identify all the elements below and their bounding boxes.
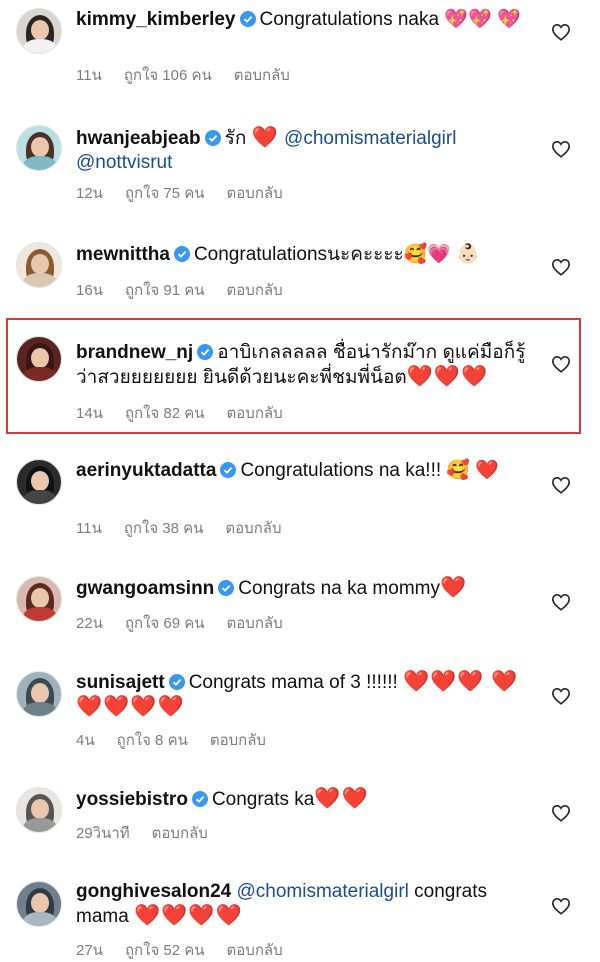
mention-link[interactable]: @nottvisrut	[76, 152, 172, 173]
username[interactable]: mewnittha	[76, 244, 170, 265]
like-count[interactable]: ถูกใจ 8 คน	[117, 732, 188, 749]
verified-badge-icon	[218, 580, 235, 596]
reply-button[interactable]: ตอบกลับ	[227, 282, 283, 299]
avatar[interactable]	[16, 576, 62, 622]
avatar[interactable]	[16, 242, 62, 288]
heart-outline-icon[interactable]	[551, 687, 571, 705]
avatar[interactable]	[16, 125, 62, 171]
heart-outline-icon[interactable]	[551, 258, 571, 276]
reply-button[interactable]: ตอบกลับ	[227, 615, 283, 632]
heart-outline-icon[interactable]	[551, 355, 571, 373]
reply-button[interactable]: ตอบกลับ	[152, 825, 208, 842]
comment-meta: 14น ถูกใจ 82 คน ตอบกลับ	[76, 401, 305, 425]
like-count[interactable]: ถูกใจ 82 คน	[125, 405, 205, 422]
comment-emoji: 🥰💗 👶🏻	[403, 244, 481, 265]
username[interactable]: kimmy_kimberley	[76, 9, 236, 30]
avatar[interactable]	[16, 671, 62, 717]
comment-text: aerinyuktadatta Congratulations na ka!!! …	[76, 459, 526, 483]
comment-body: รัก	[224, 128, 247, 149]
avatar[interactable]	[16, 336, 62, 382]
verified-badge-icon	[204, 130, 221, 146]
comment-text: hwanjeabjeab รัก ❤️ @chomismaterialgirl @…	[76, 126, 526, 175]
comment-text: gwangoamsinn Congrats na ka mommy❤️	[76, 576, 526, 601]
username[interactable]: aerinyuktadatta	[76, 460, 216, 481]
comment-body: Congrats ka	[211, 789, 315, 810]
username[interactable]: hwanjeabjeab	[76, 128, 201, 149]
comment-meta: 11น ถูกใจ 38 คน ตอบกลับ	[76, 516, 304, 540]
heart-outline-icon[interactable]	[551, 476, 571, 494]
comment-time: 14น	[76, 405, 103, 422]
verified-badge-icon	[197, 344, 214, 360]
avatar[interactable]	[16, 8, 62, 54]
comment-body: Congratulations naka	[259, 9, 440, 30]
like-count[interactable]: ถูกใจ 52 คน	[125, 942, 205, 959]
comment-emoji: ❤️❤️	[314, 787, 369, 810]
like-count[interactable]: ถูกใจ 38 คน	[124, 520, 204, 537]
reply-button[interactable]: ตอบกลับ	[227, 942, 283, 959]
comment-meta: 22น ถูกใจ 69 คน ตอบกลับ	[76, 611, 305, 635]
comment-emoji: ❤️	[439, 576, 468, 599]
comment-time: 27น	[76, 942, 103, 959]
avatar[interactable]	[16, 459, 62, 505]
heart-outline-icon[interactable]	[551, 804, 571, 822]
like-count[interactable]: ถูกใจ 69 คน	[125, 615, 205, 632]
comment-text: brandnew_nj อาบิเกลลลลล ชื่อน่ารักม๊าก ดู…	[76, 341, 526, 390]
username[interactable]: brandnew_nj	[76, 342, 193, 363]
comment-meta: 11น ถูกใจ 106 คน ตอบกลับ	[76, 63, 312, 87]
comment-meta: 27น ถูกใจ 52 คน ตอบกลับ	[76, 938, 305, 962]
mention-link[interactable]: @chomismaterialgirl	[284, 128, 456, 149]
comment-meta: 16น ถูกใจ 91 คน ตอบกลับ	[76, 278, 305, 302]
comment-emoji: 💖💖 💖	[444, 9, 521, 30]
comment-time: 22น	[76, 615, 103, 632]
comment-body: Congratulations na ka!!!	[240, 460, 442, 481]
username[interactable]: gonghivesalon24	[76, 881, 231, 902]
reply-button[interactable]: ตอบกลับ	[234, 67, 290, 84]
comment-time: 12น	[76, 185, 103, 202]
comment-text: kimmy_kimberley Congratulations naka 💖💖 💖	[76, 8, 526, 32]
verified-badge-icon	[220, 462, 237, 478]
comment-text: sunisajett Congrats mama of 3 !!!!!! ❤️❤️…	[76, 670, 526, 720]
reply-button[interactable]: ตอบกลับ	[227, 405, 283, 422]
comment-time: 16น	[76, 282, 103, 299]
avatar[interactable]	[16, 787, 62, 833]
username[interactable]: sunisajett	[76, 672, 165, 693]
comment-time: 11น	[76, 520, 102, 537]
like-count[interactable]: ถูกใจ 106 คน	[124, 67, 212, 84]
reply-button[interactable]: ตอบกลับ	[210, 732, 266, 749]
comment-text: gonghivesalon24 @chomismaterialgirl cong…	[76, 880, 526, 929]
comment-time: 4น	[76, 732, 95, 749]
comment-emoji: ❤️❤️❤️	[406, 365, 489, 388]
reply-button[interactable]: ตอบกลับ	[225, 520, 281, 537]
comment-meta: 29วินาที ตอบกลับ	[76, 821, 230, 845]
comment-emoji: ❤️	[251, 126, 279, 149]
heart-outline-icon[interactable]	[551, 593, 571, 611]
comment-time: 29วินาที	[76, 825, 130, 842]
comment-text: yossiebistro Congrats ka❤️❤️	[76, 787, 526, 812]
verified-badge-icon	[168, 674, 185, 690]
comment-time: 11น	[76, 67, 102, 84]
comment-meta: 4น ถูกใจ 8 คน ตอบกลับ	[76, 728, 288, 752]
heart-outline-icon[interactable]	[551, 23, 571, 41]
username[interactable]: gwangoamsinn	[76, 578, 214, 599]
reply-button[interactable]: ตอบกลับ	[227, 185, 283, 202]
verified-badge-icon	[239, 11, 256, 27]
heart-outline-icon[interactable]	[551, 897, 571, 915]
heart-outline-icon[interactable]	[551, 140, 571, 158]
verified-badge-icon	[191, 791, 208, 807]
mention-link[interactable]: @chomismaterialgirl	[236, 881, 408, 902]
comment-text: mewnittha Congratulationsนะคะะะะ🥰💗 👶🏻	[76, 243, 526, 267]
like-count[interactable]: ถูกใจ 91 คน	[125, 282, 205, 299]
comment-body: Congrats na ka mommy	[238, 578, 440, 599]
comment-emoji: 🥰 ❤️	[446, 460, 500, 481]
comment-emoji: ❤️❤️❤️❤️	[134, 904, 243, 927]
comment-body: Congrats mama of 3 !!!!!!	[188, 672, 398, 693]
like-count[interactable]: ถูกใจ 75 คน	[125, 185, 205, 202]
avatar[interactable]	[16, 881, 62, 927]
verified-badge-icon	[173, 246, 190, 262]
comment-meta: 12น ถูกใจ 75 คน ตอบกลับ	[76, 181, 305, 205]
comment-body: Congratulationsนะคะะะะ	[193, 244, 404, 265]
username[interactable]: yossiebistro	[76, 789, 188, 810]
